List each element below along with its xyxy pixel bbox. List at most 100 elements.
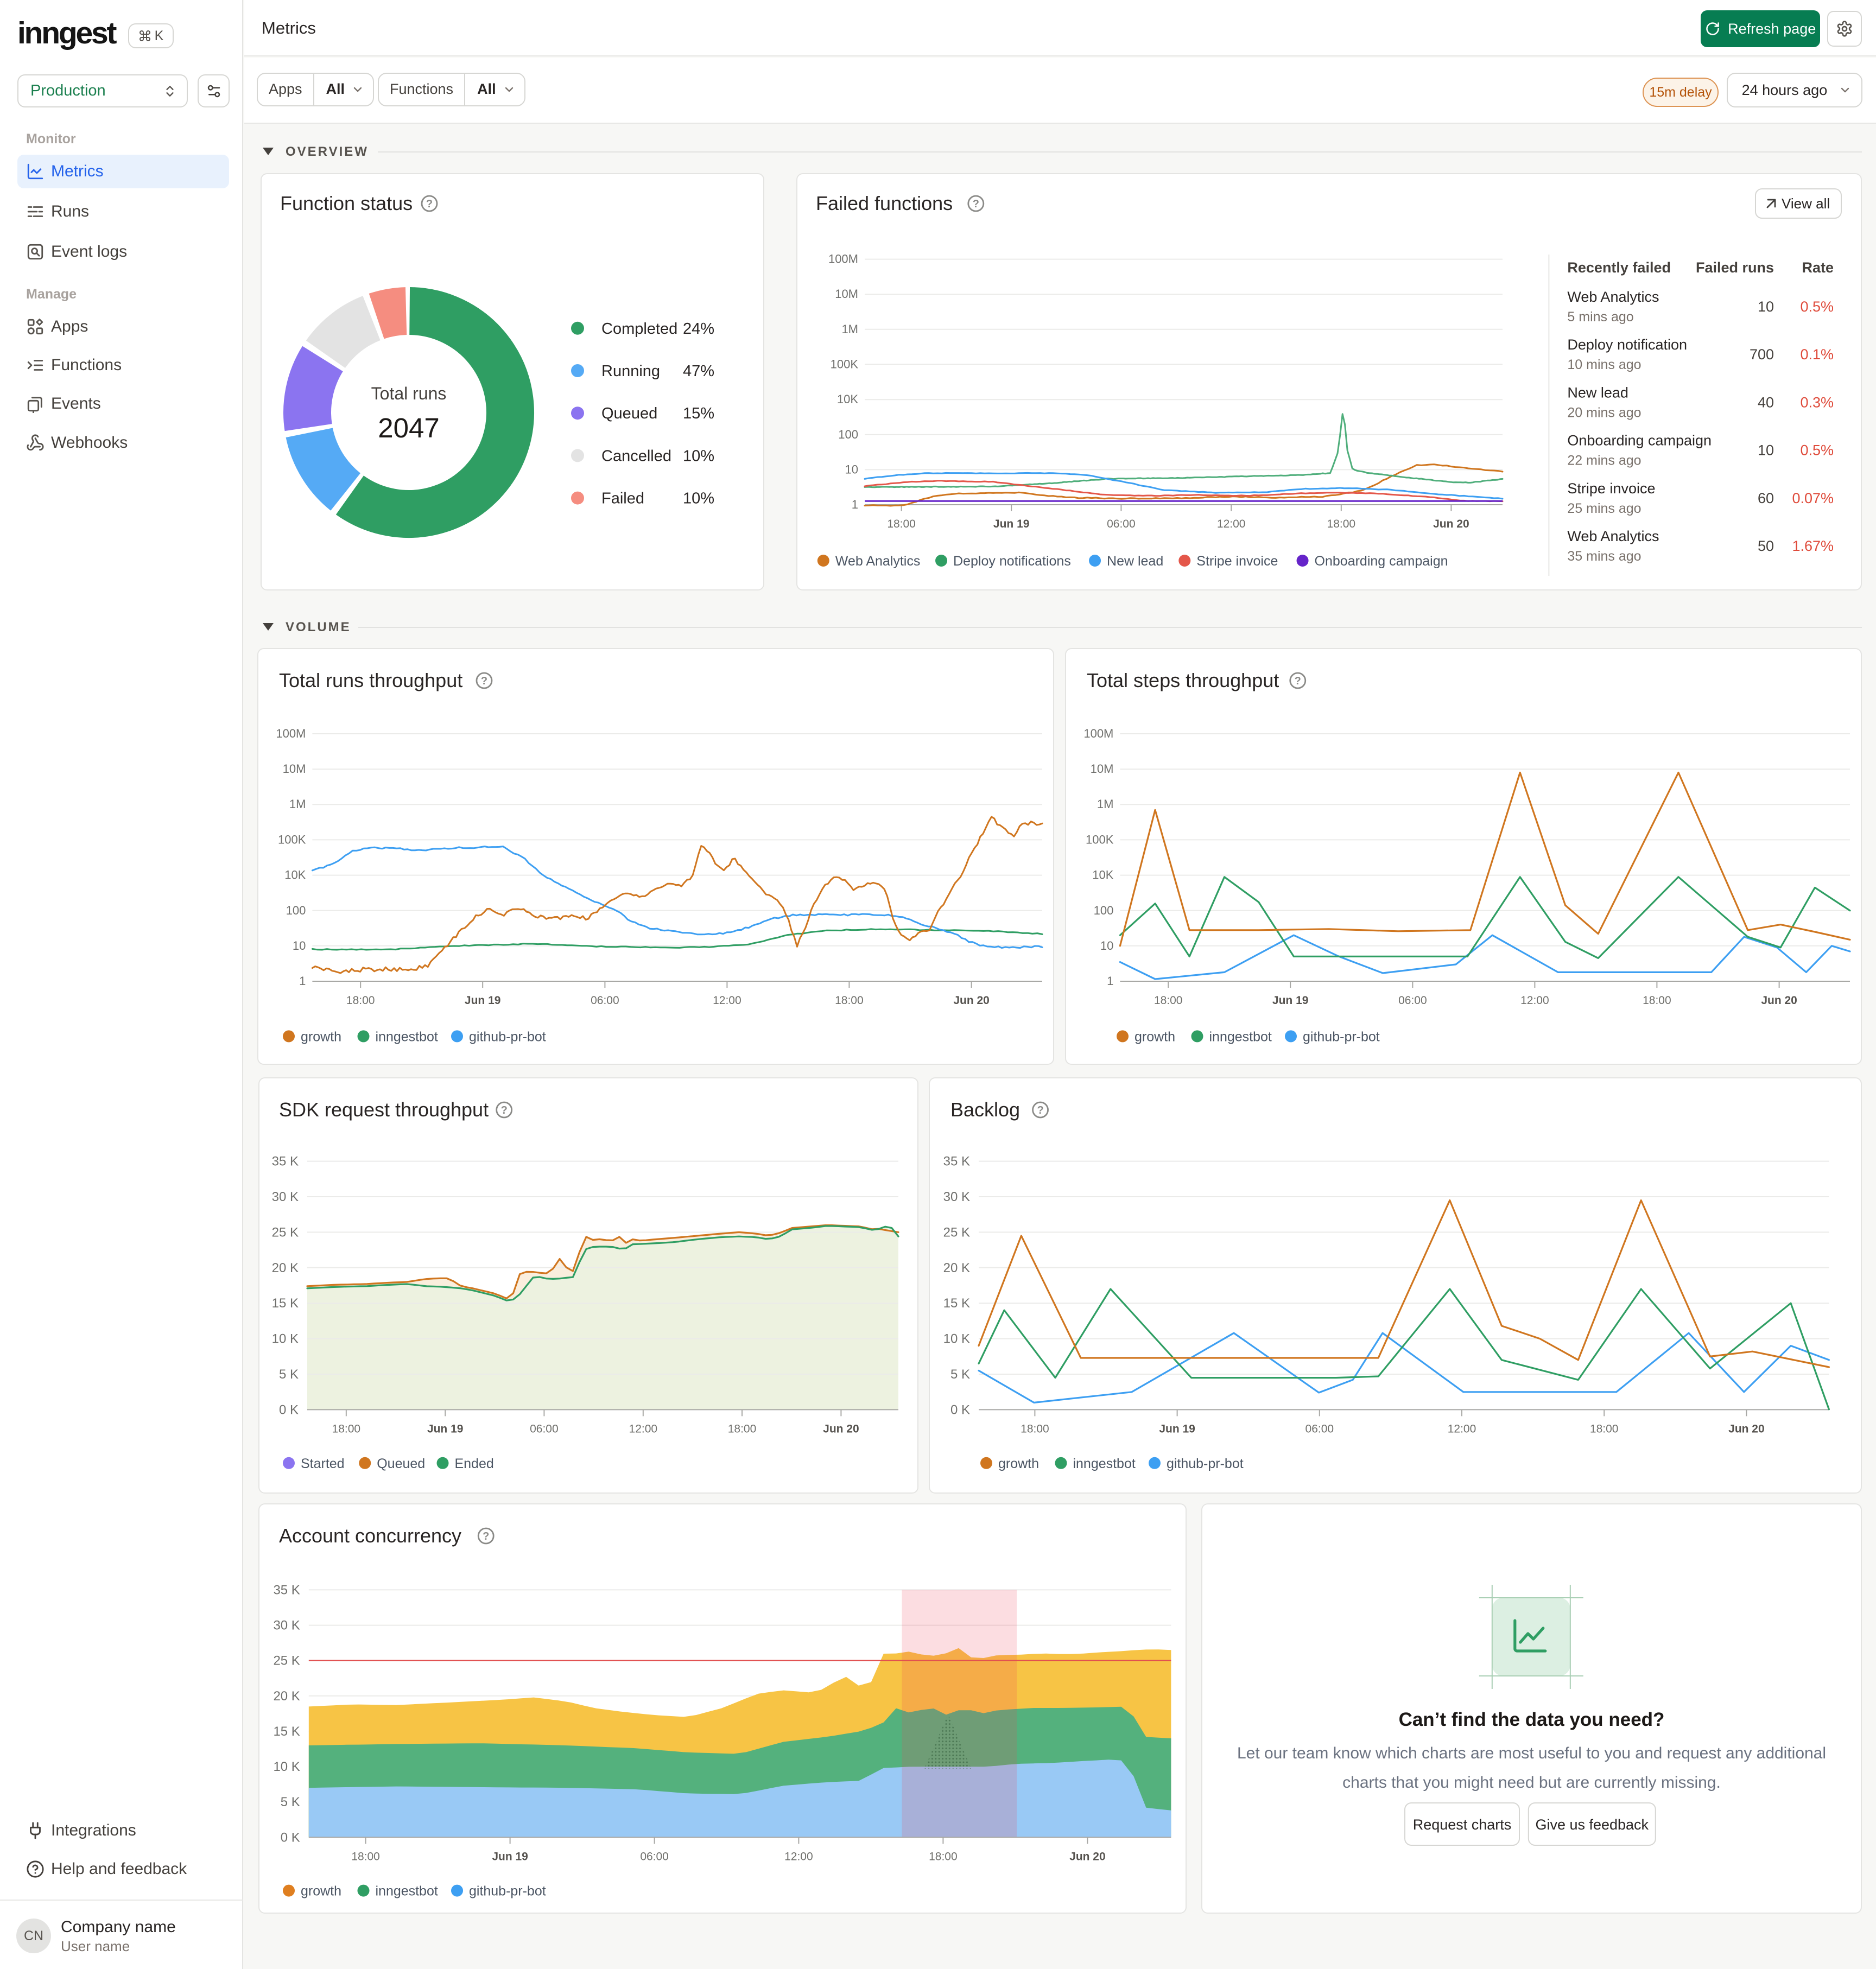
svg-text:inngestbot: inngestbot <box>376 1884 438 1899</box>
svg-text:100M: 100M <box>1083 727 1113 740</box>
svg-text:growth: growth <box>1135 1029 1175 1044</box>
svg-text:Queued: Queued <box>601 405 657 422</box>
svg-text:100: 100 <box>1094 904 1114 917</box>
svg-text:github-pr-bot: github-pr-bot <box>1303 1029 1380 1044</box>
svg-text:Completed: Completed <box>601 320 677 338</box>
svg-text:inngestbot: inngestbot <box>1073 1456 1136 1471</box>
svg-text:growth: growth <box>301 1884 341 1899</box>
svg-text:Recently failed: Recently failed <box>1567 259 1671 276</box>
svg-text:Ended: Ended <box>455 1456 494 1471</box>
svg-text:github-pr-bot: github-pr-bot <box>469 1884 546 1899</box>
svg-text:Stripe invoice: Stripe invoice <box>1196 554 1278 569</box>
svg-text:?: ? <box>1295 675 1301 687</box>
svg-text:10: 10 <box>845 462 858 476</box>
svg-text:18:00: 18:00 <box>1643 994 1671 1007</box>
svg-text:Started: Started <box>301 1456 345 1471</box>
svg-text:Jun 19: Jun 19 <box>492 1850 528 1863</box>
svg-text:10M: 10M <box>1091 762 1114 776</box>
svg-text:charts that you might need but: charts that you might need but are curre… <box>1342 1774 1721 1792</box>
svg-text:40: 40 <box>1758 394 1774 410</box>
svg-text:15 K: 15 K <box>273 1724 300 1739</box>
svg-text:Jun 20: Jun 20 <box>1433 518 1469 530</box>
svg-text:24%: 24% <box>683 320 714 338</box>
svg-text:100K: 100K <box>831 357 859 371</box>
svg-text:github-pr-bot: github-pr-bot <box>1167 1456 1244 1471</box>
svg-text:18:00: 18:00 <box>1590 1422 1619 1435</box>
svg-text:18:00: 18:00 <box>1327 518 1356 530</box>
svg-text:New lead: New lead <box>1107 554 1163 569</box>
svg-text:12:00: 12:00 <box>629 1422 658 1435</box>
svg-text:Total runs throughput: Total runs throughput <box>279 669 462 691</box>
svg-text:10K: 10K <box>1092 868 1113 882</box>
svg-text:06:00: 06:00 <box>591 994 619 1007</box>
svg-text:06:00: 06:00 <box>1107 518 1136 530</box>
svg-text:18:00: 18:00 <box>346 994 375 1007</box>
svg-text:Web Analytics: Web Analytics <box>835 554 921 569</box>
svg-text:?: ? <box>483 1530 489 1542</box>
svg-text:Can’t find the data you need?: Can’t find the data you need? <box>1399 1709 1665 1730</box>
svg-text:15%: 15% <box>683 405 714 422</box>
svg-text:0.5%: 0.5% <box>1800 298 1834 315</box>
svg-text:Request charts: Request charts <box>1413 1816 1512 1833</box>
svg-text:Failed functions: Failed functions <box>816 192 953 214</box>
svg-text:5 K: 5 K <box>950 1367 970 1382</box>
svg-text:0.1%: 0.1% <box>1800 346 1834 363</box>
svg-text:100K: 100K <box>278 833 306 846</box>
svg-text:Rate: Rate <box>1802 259 1834 276</box>
svg-text:github-pr-bot: github-pr-bot <box>469 1029 546 1044</box>
svg-text:15 K: 15 K <box>272 1296 299 1311</box>
svg-text:18:00: 18:00 <box>929 1850 958 1863</box>
svg-text:10M: 10M <box>283 762 306 776</box>
svg-text:?: ? <box>973 198 979 210</box>
svg-text:35 K: 35 K <box>943 1154 970 1169</box>
svg-text:35 mins ago: 35 mins ago <box>1567 549 1641 564</box>
svg-text:Failed: Failed <box>601 490 644 507</box>
svg-text:Jun 20: Jun 20 <box>953 994 990 1007</box>
svg-text:18:00: 18:00 <box>351 1850 380 1863</box>
svg-text:30 K: 30 K <box>273 1618 300 1633</box>
svg-text:15 K: 15 K <box>943 1296 970 1311</box>
svg-text:10K: 10K <box>837 392 858 406</box>
svg-text:18:00: 18:00 <box>332 1422 361 1435</box>
svg-text:100M: 100M <box>276 727 306 740</box>
svg-text:100M: 100M <box>828 252 858 266</box>
svg-text:Jun 20: Jun 20 <box>1728 1422 1764 1435</box>
svg-text:10K: 10K <box>284 868 306 882</box>
svg-text:20 K: 20 K <box>273 1689 300 1704</box>
svg-text:10 K: 10 K <box>272 1332 299 1346</box>
svg-text:06:00: 06:00 <box>1305 1422 1334 1435</box>
svg-text:Give us feedback: Give us feedback <box>1536 1816 1649 1833</box>
svg-text:10%: 10% <box>683 447 714 465</box>
svg-text:?: ? <box>426 198 433 210</box>
svg-text:06:00: 06:00 <box>530 1422 559 1435</box>
svg-text:5 K: 5 K <box>279 1367 299 1382</box>
svg-text:Function status: Function status <box>280 192 413 214</box>
svg-text:2047: 2047 <box>378 412 439 443</box>
svg-text:06:00: 06:00 <box>1398 994 1427 1007</box>
svg-text:60: 60 <box>1758 490 1774 506</box>
svg-text:100K: 100K <box>1086 833 1114 846</box>
svg-text:0 K: 0 K <box>950 1402 970 1417</box>
svg-text:10M: 10M <box>835 287 858 301</box>
svg-text:12:00: 12:00 <box>713 994 741 1007</box>
svg-text:inngestbot: inngestbot <box>376 1029 438 1044</box>
svg-text:?: ? <box>1037 1104 1043 1116</box>
svg-text:18:00: 18:00 <box>1021 1422 1049 1435</box>
svg-text:10: 10 <box>1758 442 1774 459</box>
svg-text:20 mins ago: 20 mins ago <box>1567 405 1641 420</box>
svg-text:Jun 19: Jun 19 <box>993 518 1030 530</box>
svg-text:Web Analytics: Web Analytics <box>1567 289 1659 305</box>
svg-text:1: 1 <box>852 498 858 511</box>
svg-text:Deploy notifications: Deploy notifications <box>953 554 1071 569</box>
svg-text:Deploy notification: Deploy notification <box>1567 336 1687 353</box>
svg-text:100: 100 <box>286 904 306 917</box>
svg-text:12:00: 12:00 <box>1520 994 1549 1007</box>
svg-text:0 K: 0 K <box>281 1830 300 1845</box>
svg-text:Onboarding campaign: Onboarding campaign <box>1567 433 1712 449</box>
svg-text:25 K: 25 K <box>273 1654 300 1668</box>
svg-text:10 K: 10 K <box>273 1760 300 1774</box>
svg-text:18:00: 18:00 <box>835 994 864 1007</box>
svg-text:inngestbot: inngestbot <box>1209 1029 1272 1044</box>
svg-text:growth: growth <box>998 1456 1039 1471</box>
svg-text:1.67%: 1.67% <box>1792 538 1834 554</box>
